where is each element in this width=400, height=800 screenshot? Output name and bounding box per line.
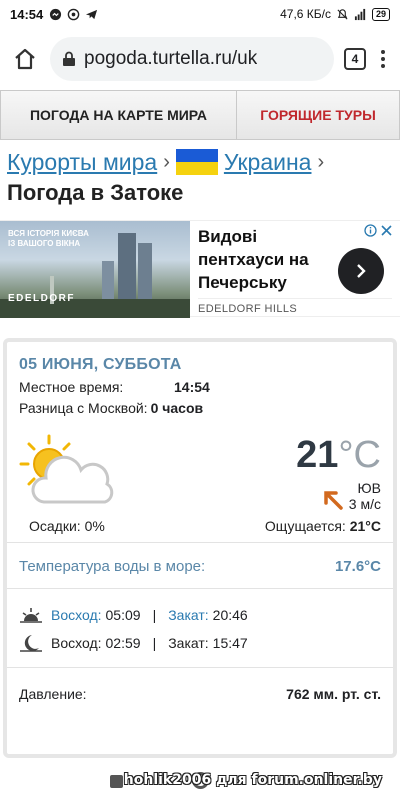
- separator: |: [152, 607, 157, 623]
- moon-icon: [20, 635, 42, 652]
- ad-banner[interactable]: ВСЯ ІСТОРІЯ КИЄВА ІЗ ВАШОГО ВІКНА EDELDO…: [0, 220, 400, 318]
- ad-info[interactable]: [364, 224, 392, 237]
- hot-tours-button[interactable]: ГОРЯЩИЕ ТУРЫ: [237, 91, 399, 139]
- local-time-row: Местное время: 14:54: [19, 379, 381, 395]
- partly-cloudy-icon: [19, 434, 114, 504]
- water-temp-value: 17.6°C: [334, 558, 381, 575]
- page-title: Погода в Затоке: [7, 180, 184, 205]
- moonset-label: Закат:: [168, 635, 209, 651]
- menu-dot: [381, 57, 385, 61]
- pressure-label: Давление:: [19, 686, 87, 702]
- pressure-row: Давление: 762 мм. рт. ст.: [19, 668, 381, 720]
- ad-open-button[interactable]: [338, 248, 384, 294]
- ad-image-caption: ВСЯ ІСТОРІЯ КИЄВА ІЗ ВАШОГО ВІКНА: [8, 229, 89, 248]
- world-map-weather-button[interactable]: ПОГОДА НА КАРТЕ МИРА: [1, 91, 237, 139]
- sunrise-value: 05:09: [105, 607, 141, 623]
- weather-date: 05 ИЮНЯ, СУББОТА: [19, 356, 182, 373]
- address-bar[interactable]: pogoda.turtella.ru/uk: [50, 37, 334, 81]
- water-temperature-row: Температура воды в море: 17.6°C: [19, 545, 381, 588]
- feels-like: Ощущается: 21°C: [265, 518, 381, 534]
- breadcrumb-separator: ›: [317, 150, 325, 173]
- temperature-value: 21: [296, 434, 339, 476]
- sun-row: Восход: 05:09 | Закат: 20:46: [19, 601, 381, 629]
- moscow-diff-label: Разница с Москвой:: [19, 400, 148, 416]
- precip-label: Осадки:: [29, 518, 81, 534]
- status-time: 14:54: [10, 6, 44, 22]
- wind-direction-arrow-icon: [324, 491, 343, 510]
- viber-icon: [67, 8, 80, 20]
- temperature-unit: °C: [338, 434, 381, 476]
- chevron-right-icon: [357, 264, 366, 278]
- weather-card: 05 ИЮНЯ, СУББОТА Местное время: 14:54 Ра…: [3, 338, 397, 758]
- telegram-icon: [86, 9, 98, 19]
- ad-image[interactable]: ВСЯ ІСТОРІЯ КИЄВА ІЗ ВАШОГО ВІКНА EDELDO…: [0, 221, 190, 318]
- divider: [7, 542, 393, 543]
- breadcrumb: Курорты мира › Украина ›: [0, 146, 400, 178]
- moonset-value: 15:47: [212, 635, 248, 651]
- messenger-icon: [50, 8, 62, 20]
- breadcrumb-resorts-link[interactable]: Курорты мира: [7, 149, 157, 176]
- lock-icon: [63, 51, 75, 66]
- local-time-label: Местное время:: [19, 379, 124, 395]
- moonrise-value: 02:59: [105, 635, 141, 651]
- moonrise-label: Восход:: [51, 635, 102, 651]
- sunrise-icon: [20, 608, 42, 623]
- mute-bell-icon: [337, 8, 348, 20]
- tab-switcher-button[interactable]: 4: [344, 48, 366, 70]
- breadcrumb-ukraine-link[interactable]: Украина: [224, 149, 312, 176]
- menu-dot: [381, 64, 385, 68]
- wind-direction: ЮВ: [357, 480, 381, 496]
- browser-toolbar: pogoda.turtella.ru/uk 4: [0, 28, 400, 90]
- home-button[interactable]: [10, 44, 40, 74]
- menu-dot: [381, 50, 385, 54]
- sunset-value: 20:46: [212, 607, 248, 623]
- separator: |: [152, 635, 157, 651]
- battery-indicator: 29: [371, 7, 390, 21]
- precipitation: Осадки: 0%: [29, 518, 105, 534]
- ukraine-flag-icon: [175, 149, 218, 175]
- sun-moon-times: Восход: 05:09 | Закат: 20:46 Восход: 02:…: [19, 589, 381, 667]
- sunrise-label: Восход:: [51, 607, 102, 623]
- ad-brand: EDELDORF HILLS: [198, 298, 392, 315]
- network-speed: 47,6 КБ/с: [280, 7, 331, 21]
- ad-info-icon[interactable]: [364, 224, 377, 237]
- ad-close-icon[interactable]: [381, 225, 392, 236]
- system-navigation-bar: hohlik2006 для forum.onliner.by: [0, 764, 400, 800]
- ad-image-logo: EDELDORF: [8, 293, 75, 304]
- recent-apps-button[interactable]: [110, 775, 123, 788]
- moon-row: Восход: 02:59 | Закат: 15:47: [19, 629, 381, 657]
- water-temp-label: Температура воды в море:: [19, 558, 206, 575]
- wind-speed: 3 м/с: [348, 496, 381, 512]
- ad-headline[interactable]: Видові пентхауси на Печерську: [198, 225, 328, 294]
- precip-value: 0%: [84, 518, 105, 534]
- pressure-value: 762 мм. рт. ст.: [286, 686, 381, 702]
- temperature: 21°C: [296, 434, 381, 477]
- feels-label: Ощущается:: [264, 518, 346, 534]
- more-menu-button[interactable]: [376, 50, 390, 68]
- site-top-nav: ПОГОДА НА КАРТЕ МИРА ГОРЯЩИЕ ТУРЫ: [0, 90, 400, 140]
- feels-value: 21°C: [349, 518, 381, 534]
- status-bar: 14:54 47,6 КБ/с 29: [0, 0, 400, 28]
- sunset-label: Закат:: [168, 607, 209, 623]
- home-icon: [15, 48, 35, 70]
- local-time-value: 14:54: [174, 379, 210, 395]
- moscow-diff-value: 0 часов: [150, 400, 204, 416]
- wind-info: ЮВ 3 м/с: [321, 480, 381, 512]
- watermark: hohlik2006 для forum.onliner.by: [123, 772, 382, 788]
- moscow-diff-row: Разница с Москвой: 0 часов: [19, 400, 381, 416]
- current-weather: 21°C ЮВ 3 м/с Осадки: 0% Ощущается: 21°C: [19, 432, 381, 542]
- signal-icon: [354, 8, 366, 20]
- breadcrumb-separator: ›: [163, 150, 170, 173]
- url-text: pogoda.turtella.ru/uk: [84, 48, 258, 69]
